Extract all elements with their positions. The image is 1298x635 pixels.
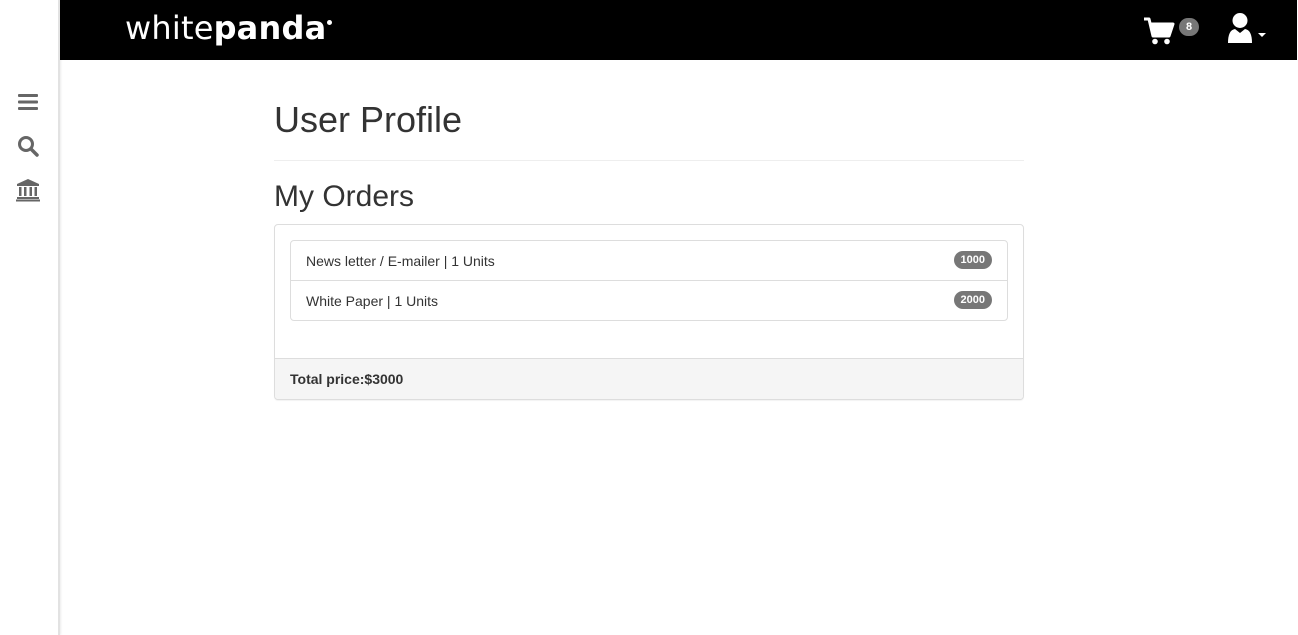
total-price: Total price:$3000 bbox=[275, 358, 1023, 399]
section-title: My Orders bbox=[274, 180, 415, 213]
order-item-label: News letter / E-mailer | 1 Units bbox=[306, 253, 495, 269]
order-item: White Paper | 1 Units 2000 bbox=[290, 280, 1008, 321]
page-title: User Profile bbox=[274, 99, 463, 140]
top-navbar: whitepanda 8 bbox=[60, 0, 1297, 60]
brand-logo[interactable]: whitepanda bbox=[125, 8, 333, 48]
user-icon bbox=[1228, 13, 1252, 43]
title-divider bbox=[274, 160, 1024, 161]
bars-icon[interactable] bbox=[16, 90, 40, 114]
chevron-down-icon bbox=[1258, 33, 1266, 37]
logo-text-white: white bbox=[125, 9, 214, 47]
order-price-badge: 1000 bbox=[953, 251, 992, 269]
orders-panel: News letter / E-mailer | 1 Units 1000 Wh… bbox=[274, 224, 1024, 400]
cart-button[interactable]: 8 bbox=[1143, 14, 1203, 48]
user-menu-button[interactable] bbox=[1226, 12, 1270, 48]
logo-text-panda: panda bbox=[213, 9, 327, 47]
orders-list: News letter / E-mailer | 1 Units 1000 Wh… bbox=[290, 240, 1008, 321]
logo-dot bbox=[327, 20, 333, 25]
left-sidebar bbox=[0, 0, 60, 635]
order-item: News letter / E-mailer | 1 Units 1000 bbox=[290, 240, 1008, 281]
order-price-badge: 2000 bbox=[953, 291, 992, 309]
cart-count-badge: 8 bbox=[1179, 18, 1199, 36]
order-item-label: White Paper | 1 Units bbox=[306, 293, 439, 309]
search-icon[interactable] bbox=[16, 134, 40, 158]
bank-icon[interactable] bbox=[16, 178, 40, 202]
shopping-cart-icon bbox=[1144, 17, 1175, 45]
